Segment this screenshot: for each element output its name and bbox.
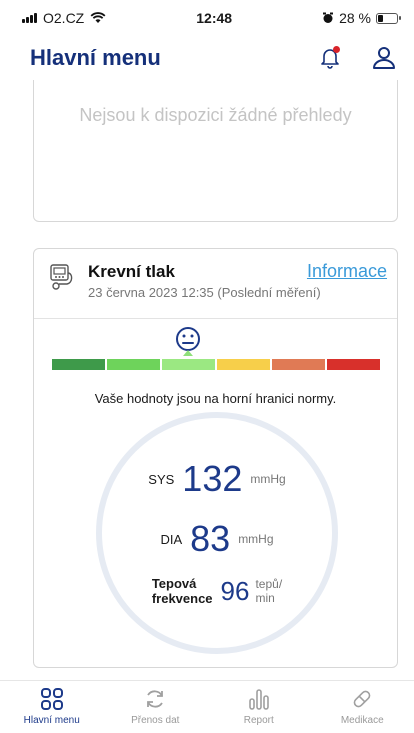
blood-pressure-card[interactable]: Krevní tlak 23 června 2023 12:35 (Posled…: [33, 248, 398, 668]
app-header: Hlavní menu: [0, 36, 414, 80]
bp-scale: [34, 319, 397, 375]
tab-report[interactable]: Report: [207, 681, 311, 733]
user-icon: [373, 47, 395, 69]
scale-segment-2: [162, 359, 215, 370]
grid-icon: [40, 688, 63, 710]
dia-label: DIA: [160, 531, 183, 547]
status-bar: O2.CZ 12:48 28 %: [0, 0, 414, 36]
bp-values-circle: SYS 132 mmHg DIA 83 mmHg Tepová frekvenc…: [96, 412, 338, 654]
sync-icon: [147, 690, 164, 708]
main-content[interactable]: Nejsou k dispozici žádné přehledy Krevní…: [0, 80, 414, 680]
pulse-label-line1: Tepová: [151, 576, 197, 592]
wifi-icon: [90, 12, 106, 23]
sys-value: 132: [182, 458, 243, 499]
tab-medication[interactable]: Medikace: [311, 681, 414, 733]
battery-percent: 28 %: [339, 10, 371, 26]
clock: 12:48: [196, 10, 233, 26]
bp-info-link[interactable]: Informace: [307, 261, 387, 282]
neutral-face-icon: [176, 327, 200, 351]
sys-row: SYS 132 mmHg: [102, 458, 332, 500]
battery-group: 28 %: [322, 10, 401, 26]
scale-segment-4: [272, 359, 325, 370]
pulse-row: Tepová frekvence 96 tepů/ min: [102, 576, 332, 607]
scale-segment-5: [327, 359, 380, 370]
pulse-label: Tepová frekvence: [152, 577, 213, 606]
scale-pointer: [183, 350, 193, 356]
dia-unit: mmHg: [238, 532, 274, 546]
battery-icon: [376, 12, 401, 24]
pulse-value: 96: [220, 576, 250, 606]
pulse-unit-line2: min: [255, 590, 275, 605]
scale-segment-3: [217, 359, 270, 370]
pulse-unit: tepů/ min: [255, 578, 282, 604]
bp-last-measurement: 23 června 2023 12:35 (Poslední měření): [88, 285, 321, 300]
pulse-unit-line1: tepů/: [255, 577, 283, 592]
profile-button[interactable]: [372, 46, 396, 70]
tab-label: Hlavní menu: [23, 715, 80, 726]
notification-badge: [333, 46, 340, 53]
carrier-group: O2.CZ: [22, 10, 106, 26]
bottom-tab-bar: Hlavní menu Přenos dat Report Medikace: [0, 680, 414, 733]
bp-card-header: Krevní tlak 23 června 2023 12:35 (Posled…: [34, 249, 397, 319]
chart-icon: [248, 689, 269, 710]
pulse-label-line2: frekvence: [151, 590, 213, 606]
tab-main-menu[interactable]: Hlavní menu: [0, 681, 104, 733]
notifications-button[interactable]: [318, 46, 342, 70]
color-scale-bar: [52, 359, 380, 370]
blood-pressure-monitor-icon: [50, 264, 73, 290]
page-title: Hlavní menu: [30, 45, 161, 70]
scale-segment-0: [52, 359, 105, 370]
bp-card-title: Krevní tlak: [88, 262, 175, 281]
tab-label: Medikace: [340, 715, 384, 726]
tab-label: Report: [243, 715, 274, 726]
alarm-icon: [323, 12, 334, 23]
tab-data-transfer[interactable]: Přenos dat: [104, 681, 208, 733]
signal-icon: [22, 13, 37, 23]
dia-row: DIA 83 mmHg: [102, 518, 332, 560]
pill-icon: [353, 690, 371, 708]
empty-overview-text: Nejsou k dispozici žádné přehledy: [79, 105, 352, 125]
bp-assessment-message: Vaše hodnoty jsou na horní hranici normy…: [94, 391, 337, 406]
sys-label: SYS: [148, 471, 175, 487]
tab-label: Přenos dat: [131, 715, 180, 726]
carrier-name: O2.CZ: [43, 10, 85, 26]
dia-value: 83: [190, 518, 231, 559]
scale-segment-1: [107, 359, 160, 370]
sys-unit: mmHg: [250, 472, 286, 486]
overview-card: Nejsou k dispozici žádné přehledy: [33, 80, 398, 222]
